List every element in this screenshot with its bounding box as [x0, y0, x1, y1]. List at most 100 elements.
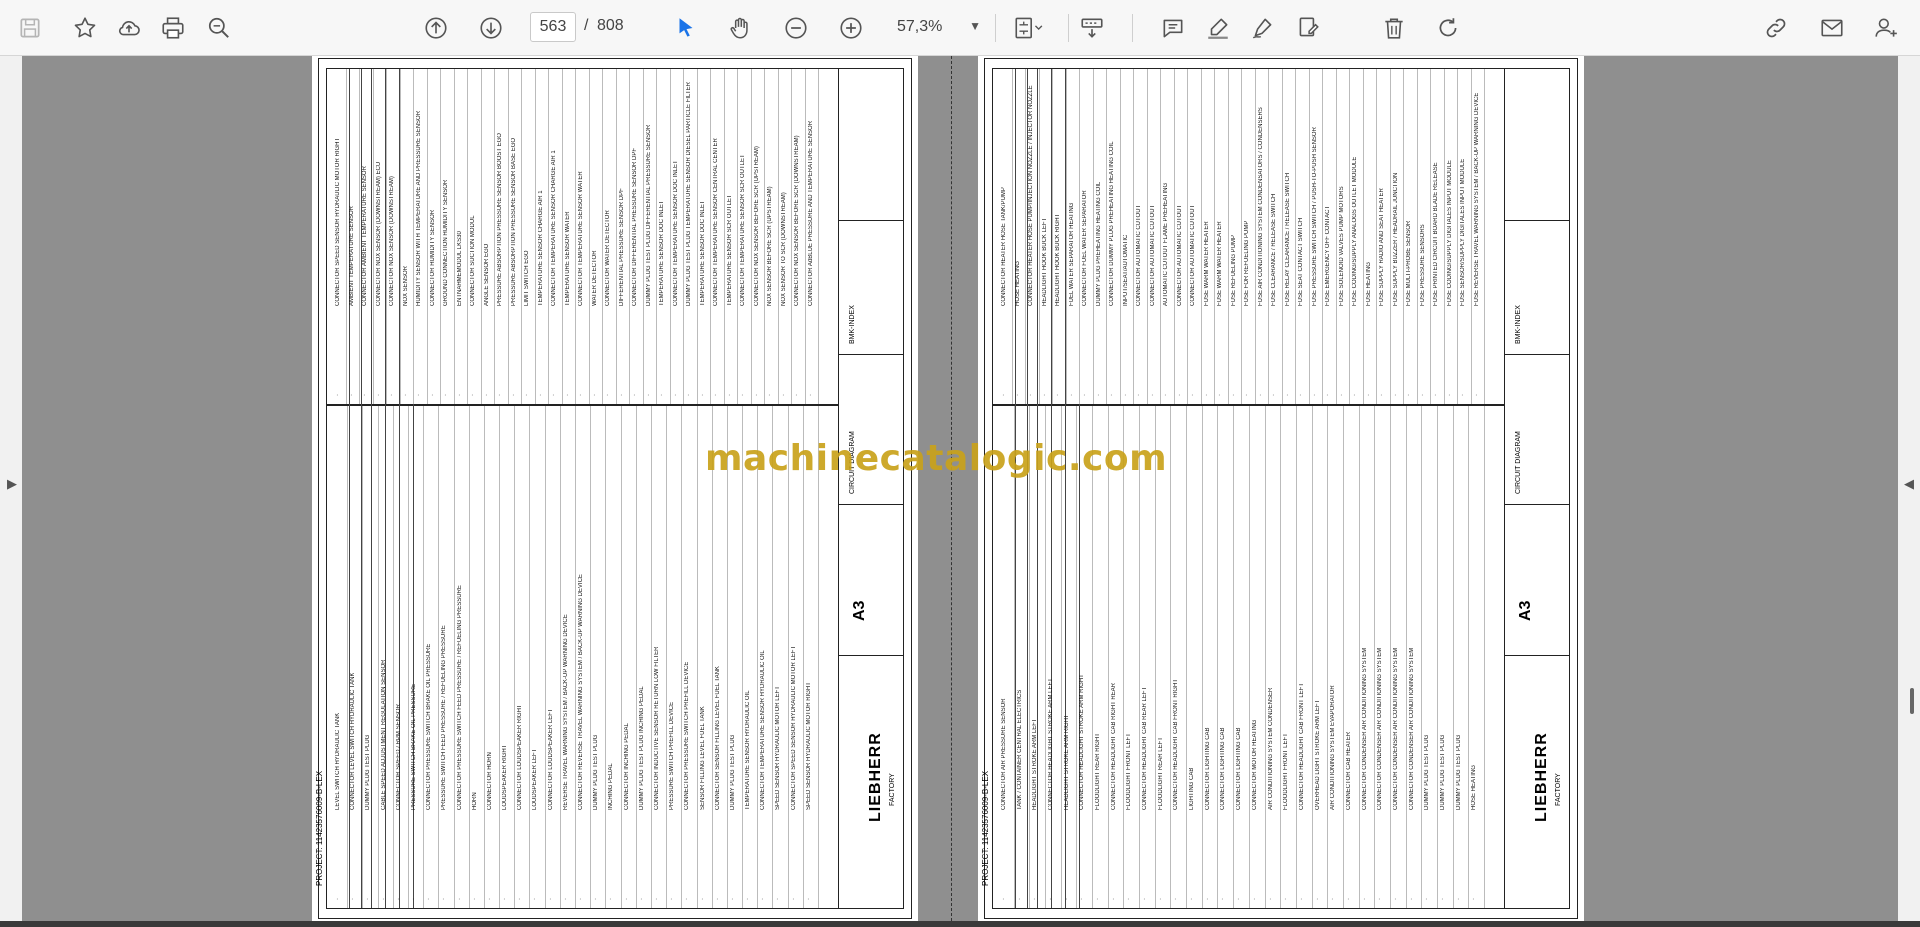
table-row-rule	[1011, 69, 1013, 404]
star-icon[interactable]	[69, 12, 101, 44]
title-block: BMK-INDEX CIRCUIT DIAGRAM A3 LIEBHERR FACTOR…	[1504, 69, 1569, 908]
index-code: ·	[510, 394, 517, 396]
index-code: ·	[471, 898, 478, 900]
save-icon[interactable]	[14, 12, 46, 44]
index-code: ·	[1446, 394, 1453, 396]
trash-icon[interactable]	[1378, 12, 1410, 44]
index-code: ·	[1377, 898, 1384, 900]
table-row-rule	[1227, 69, 1229, 404]
table-row-rule	[1119, 69, 1121, 404]
index-entry: CONNECTOR DUMMY PLUG PREHEATING HEATING …	[1109, 141, 1115, 306]
index-code: ·	[1082, 394, 1088, 396]
table-row-rule	[359, 69, 360, 404]
index-code: ·	[497, 394, 503, 396]
index-code: ·	[1298, 898, 1305, 900]
index-code: ·	[591, 394, 598, 396]
page-total: 808	[597, 17, 624, 34]
index-code: ·	[551, 394, 557, 396]
link-icon[interactable]	[1760, 12, 1792, 44]
index-code: ·	[1063, 898, 1070, 900]
hand-icon[interactable]	[724, 12, 756, 44]
print-icon[interactable]	[157, 12, 189, 44]
right-panel-toggle[interactable]: ◀	[1898, 56, 1920, 921]
index-entry: TEMPERATURE SENSOR HYDRAULIC OIL	[745, 690, 752, 810]
chevron-left-icon[interactable]: ◀	[1904, 476, 1914, 492]
index-entry: CONNECTOR AdBLUE PRESSURE AND TEMPERATUR…	[807, 120, 814, 306]
index-code: ·	[729, 898, 736, 900]
table-row-rule	[1311, 406, 1313, 908]
comment-icon[interactable]	[1157, 12, 1189, 44]
index-entry: PRESSURE ABSORPTION PRESSURE SENSOR BOOS…	[497, 133, 503, 306]
table-row-rule	[561, 69, 563, 404]
index-code: ·	[1314, 898, 1321, 900]
title-block-rule	[839, 504, 903, 506]
arrow-down-circle-icon[interactable]	[475, 12, 507, 44]
table-row-rule	[787, 406, 789, 908]
index-entry: CONNECTOR NOX SENSOR (DOWNSTREAM)	[389, 176, 395, 306]
index-entry: FUSE AIR CONDITIONING SYSTEM CONDENSATOR…	[1257, 107, 1264, 306]
sign-icon[interactable]	[1292, 12, 1324, 44]
index-entry: CONNECTOR DIFFERENTIAL PRESSURE SENSOR D…	[632, 147, 638, 306]
index-entry: LEVEL SWITCH HYDRAULIC TANK	[335, 712, 341, 810]
fit-page-icon[interactable]	[1005, 12, 1051, 44]
index-code: ·	[1204, 898, 1211, 900]
pen-highlight-icon[interactable]	[1202, 12, 1234, 44]
index-code: ·	[1298, 394, 1304, 396]
index-entry: SPEED SENSOR HYDRAULIC MOTOR LEFT	[775, 686, 782, 810]
rotate-icon[interactable]	[1432, 12, 1464, 44]
index-entry: FUSE CLEARANCE / RELEASE SWITCH	[1271, 193, 1277, 306]
scrollbar-thumb[interactable]	[1910, 688, 1914, 714]
document-viewer[interactable]	[0, 56, 1920, 921]
index-entry: NOX SENSOR BEFORE SCR (UPSTREAM)	[767, 186, 773, 306]
index-code: ·	[1424, 898, 1431, 900]
table-row-rule	[650, 406, 652, 908]
table-row-rule	[1308, 69, 1310, 404]
chevron-right-icon[interactable]: ▶	[7, 476, 17, 492]
arrow-up-circle-icon[interactable]	[420, 12, 452, 44]
index-entry: FUSE SOLENOID VALVES PUMP MOTORS	[1338, 186, 1345, 306]
table-row-rule	[1421, 406, 1423, 908]
index-code: ·	[1267, 898, 1274, 900]
draw-icon[interactable]	[1247, 12, 1279, 44]
index-code: ·	[1471, 898, 1478, 900]
scroll-mode-icon[interactable]	[1076, 12, 1108, 44]
index-entry: ENTNAHMEMODUL LKS30	[456, 231, 463, 306]
account-icon[interactable]	[1870, 12, 1902, 44]
index-code: ·	[623, 898, 630, 900]
upload-icon[interactable]	[113, 12, 145, 44]
index-code: ·	[1001, 394, 1007, 396]
left-panel-toggle[interactable]: ▶	[0, 56, 22, 921]
table-row-rule	[1295, 69, 1296, 404]
page-number-input[interactable]: 563	[530, 12, 576, 42]
minus-circle-icon[interactable]	[780, 12, 812, 44]
index-entry: AUTOMATIC CUTOUT FLAME PREHEATING	[1163, 182, 1169, 306]
table-row-rule	[1200, 69, 1202, 404]
index-code: ·	[1110, 898, 1117, 900]
table-row-rule	[1241, 69, 1242, 404]
table-row-rule	[1106, 69, 1107, 404]
table-row-rule	[1264, 406, 1266, 908]
index-code: ·	[1016, 898, 1023, 900]
index-entry: CONNECTOR WATER DETECTOR	[605, 210, 611, 306]
index-entry: FUSE WARM WATER HEATER	[1203, 221, 1210, 306]
project-number: PROJECT: 11423576009-B-LEX	[315, 770, 324, 886]
table-row-rule	[757, 406, 759, 908]
index-code: ·	[605, 394, 611, 396]
zoom-search-icon[interactable]	[203, 12, 235, 44]
index-code: ·	[426, 898, 433, 900]
cursor-icon[interactable]	[670, 12, 702, 44]
index-code: ·	[1433, 394, 1439, 396]
mail-icon[interactable]	[1816, 12, 1848, 44]
table-row-rule	[1362, 69, 1364, 404]
zoom-select[interactable]: 57,3% ▼	[887, 12, 987, 42]
table-row-rule	[483, 406, 485, 908]
title-block-rule	[839, 353, 903, 355]
index-code: ·	[1079, 898, 1086, 900]
index-entry: CONNECTOR HUMIDITY SENSOR	[429, 209, 436, 306]
index-code: ·	[1136, 394, 1142, 396]
index-entry: CONNECTOR INCHING PEDAL	[623, 723, 630, 810]
index-entry: HEADLIGHT STROKE ARM LEFT	[1032, 718, 1039, 810]
plus-circle-icon[interactable]	[835, 12, 867, 44]
index-entry: CONNECTOR AMBIENT TEMPERATURE SENSOR	[362, 166, 368, 306]
index-entry: CONNECTOR TEMPERATURE SENSOR WATER	[578, 171, 584, 306]
